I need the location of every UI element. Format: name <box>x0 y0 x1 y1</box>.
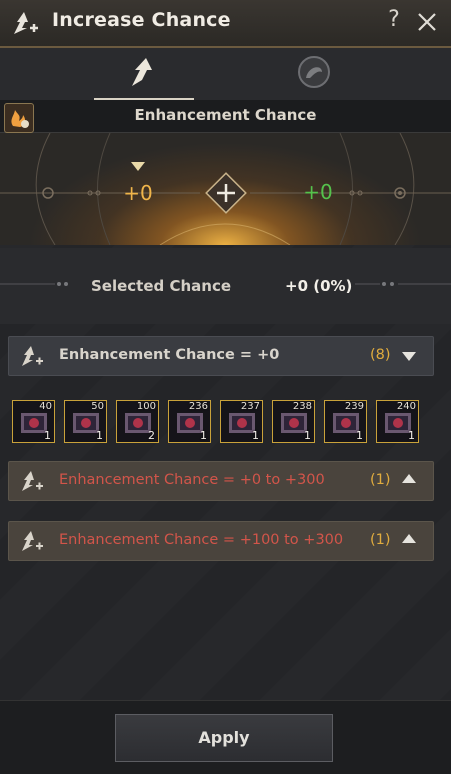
item-quantity: 1 <box>200 429 207 442</box>
group-label: Enhancement Chance = +0 to +300 <box>59 472 325 488</box>
selector-pointer-icon <box>131 162 145 171</box>
apply-button[interactable]: Apply <box>115 714 333 762</box>
item-slot[interactable]: 237 1 <box>220 400 263 443</box>
item-quantity: 1 <box>44 429 51 442</box>
tab-enhance[interactable] <box>94 48 194 100</box>
item-level: 239 <box>344 401 364 412</box>
item-level: 238 <box>292 401 312 412</box>
item-slot[interactable]: 40 1 <box>12 400 55 443</box>
footer: Apply <box>0 700 451 774</box>
group-label: Enhancement Chance = +0 <box>59 347 280 363</box>
tab-spirit[interactable] <box>264 48 364 98</box>
item-slot[interactable]: 236 1 <box>168 400 211 443</box>
group-chance-0-300[interactable]: Enhancement Chance = +0 to +300 (1) <box>8 461 434 501</box>
title-bar: Increase Chance ? <box>0 0 451 48</box>
increase-chance-icon <box>22 346 43 366</box>
item-quantity: 1 <box>252 429 259 442</box>
item-slot[interactable]: 50 1 <box>64 400 107 443</box>
item-level: 100 <box>136 401 156 412</box>
item-quantity: 1 <box>356 429 363 442</box>
section-header: Enhancement Chance <box>0 100 451 133</box>
group-label: Enhancement Chance = +100 to +300 <box>59 532 344 548</box>
added-chance-value: +0 <box>303 180 333 204</box>
close-icon[interactable] <box>414 9 440 35</box>
item-slot[interactable]: 238 1 <box>272 400 315 443</box>
group-count: (8) <box>370 347 391 363</box>
item-grid: 40 1 50 1 100 2 236 1 237 1 238 1 239 1 … <box>12 400 432 446</box>
spirit-orb-icon <box>298 56 330 88</box>
arrow-up-icon <box>132 58 152 86</box>
expand-arrow-icon[interactable] <box>402 534 416 543</box>
help-button[interactable]: ? <box>383 7 405 32</box>
tab-bar <box>0 48 451 100</box>
section-title: Enhancement Chance <box>134 106 317 124</box>
item-level: 237 <box>240 401 260 412</box>
item-level: 40 <box>39 401 52 412</box>
add-material-button[interactable] <box>204 171 248 215</box>
item-level: 50 <box>91 401 104 412</box>
group-count: (1) <box>370 532 391 548</box>
item-slot[interactable]: 239 1 <box>324 400 367 443</box>
group-chance-0[interactable]: Enhancement Chance = +0 (8) <box>8 336 434 376</box>
item-quantity: 1 <box>408 429 415 442</box>
increase-chance-icon <box>22 471 43 491</box>
selected-chance-value: +0 (0%) <box>285 277 353 295</box>
item-quantity: 2 <box>148 429 155 442</box>
increase-chance-icon <box>22 531 43 551</box>
expand-arrow-icon[interactable] <box>402 474 416 483</box>
window-title: Increase Chance <box>52 9 231 31</box>
item-level: 236 <box>188 401 208 412</box>
item-level: 240 <box>396 401 416 412</box>
current-chance-value: +0 <box>123 181 153 205</box>
item-slot[interactable]: 240 1 <box>376 400 419 443</box>
increase-chance-icon <box>14 12 38 34</box>
item-quantity: 1 <box>96 429 103 442</box>
item-slot[interactable]: 100 2 <box>116 400 159 443</box>
selected-chance-row: Selected Chance +0 (0%) <box>0 248 451 324</box>
collapse-arrow-icon[interactable] <box>402 352 416 361</box>
selected-chance-label: Selected Chance <box>91 277 232 295</box>
group-count: (1) <box>370 472 391 488</box>
group-chance-100-300[interactable]: Enhancement Chance = +100 to +300 (1) <box>8 521 434 561</box>
item-quantity: 1 <box>304 429 311 442</box>
increase-chance-window: Increase Chance ? Enhancement Chance +0 … <box>0 0 451 774</box>
